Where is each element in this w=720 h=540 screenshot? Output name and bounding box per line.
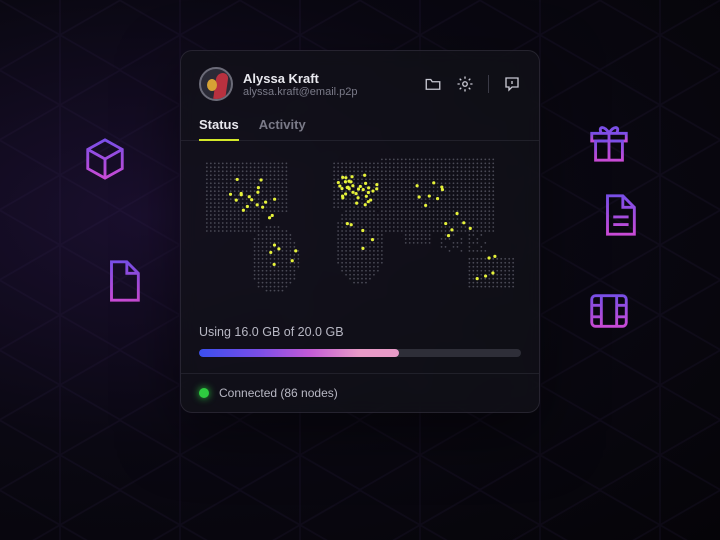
- connection-text: Connected (86 nodes): [219, 386, 338, 400]
- tab-status[interactable]: Status: [199, 117, 239, 140]
- gear-icon[interactable]: [456, 75, 474, 93]
- card-header: Alyssa Kraft alyssa.kraft@email.p2p: [181, 51, 539, 111]
- tabs: Status Activity: [181, 111, 539, 141]
- divider: [488, 75, 489, 93]
- footer: Connected (86 nodes): [181, 373, 539, 412]
- gift-icon: [586, 118, 632, 164]
- storage-text: Using 16.0 GB of 20.0 GB: [199, 325, 521, 339]
- folder-icon[interactable]: [424, 75, 442, 93]
- storage-bar-fill: [199, 349, 399, 357]
- storage-block: Using 16.0 GB of 20.0 GB: [181, 311, 539, 373]
- user-email: alyssa.kraft@email.p2p: [243, 86, 424, 98]
- chat-icon[interactable]: [503, 75, 521, 93]
- user-block: Alyssa Kraft alyssa.kraft@email.p2p: [243, 71, 424, 98]
- cube-icon: [82, 136, 128, 182]
- status-card: Alyssa Kraft alyssa.kraft@email.p2p Stat…: [180, 50, 540, 413]
- avatar[interactable]: [199, 67, 233, 101]
- file-icon: [100, 258, 146, 304]
- user-name: Alyssa Kraft: [243, 71, 424, 86]
- document-icon: [596, 192, 642, 238]
- film-icon: [586, 288, 632, 334]
- world-map[interactable]: [181, 141, 539, 311]
- tab-activity[interactable]: Activity: [259, 117, 306, 140]
- status-dot: [199, 388, 209, 398]
- storage-bar: [199, 349, 521, 357]
